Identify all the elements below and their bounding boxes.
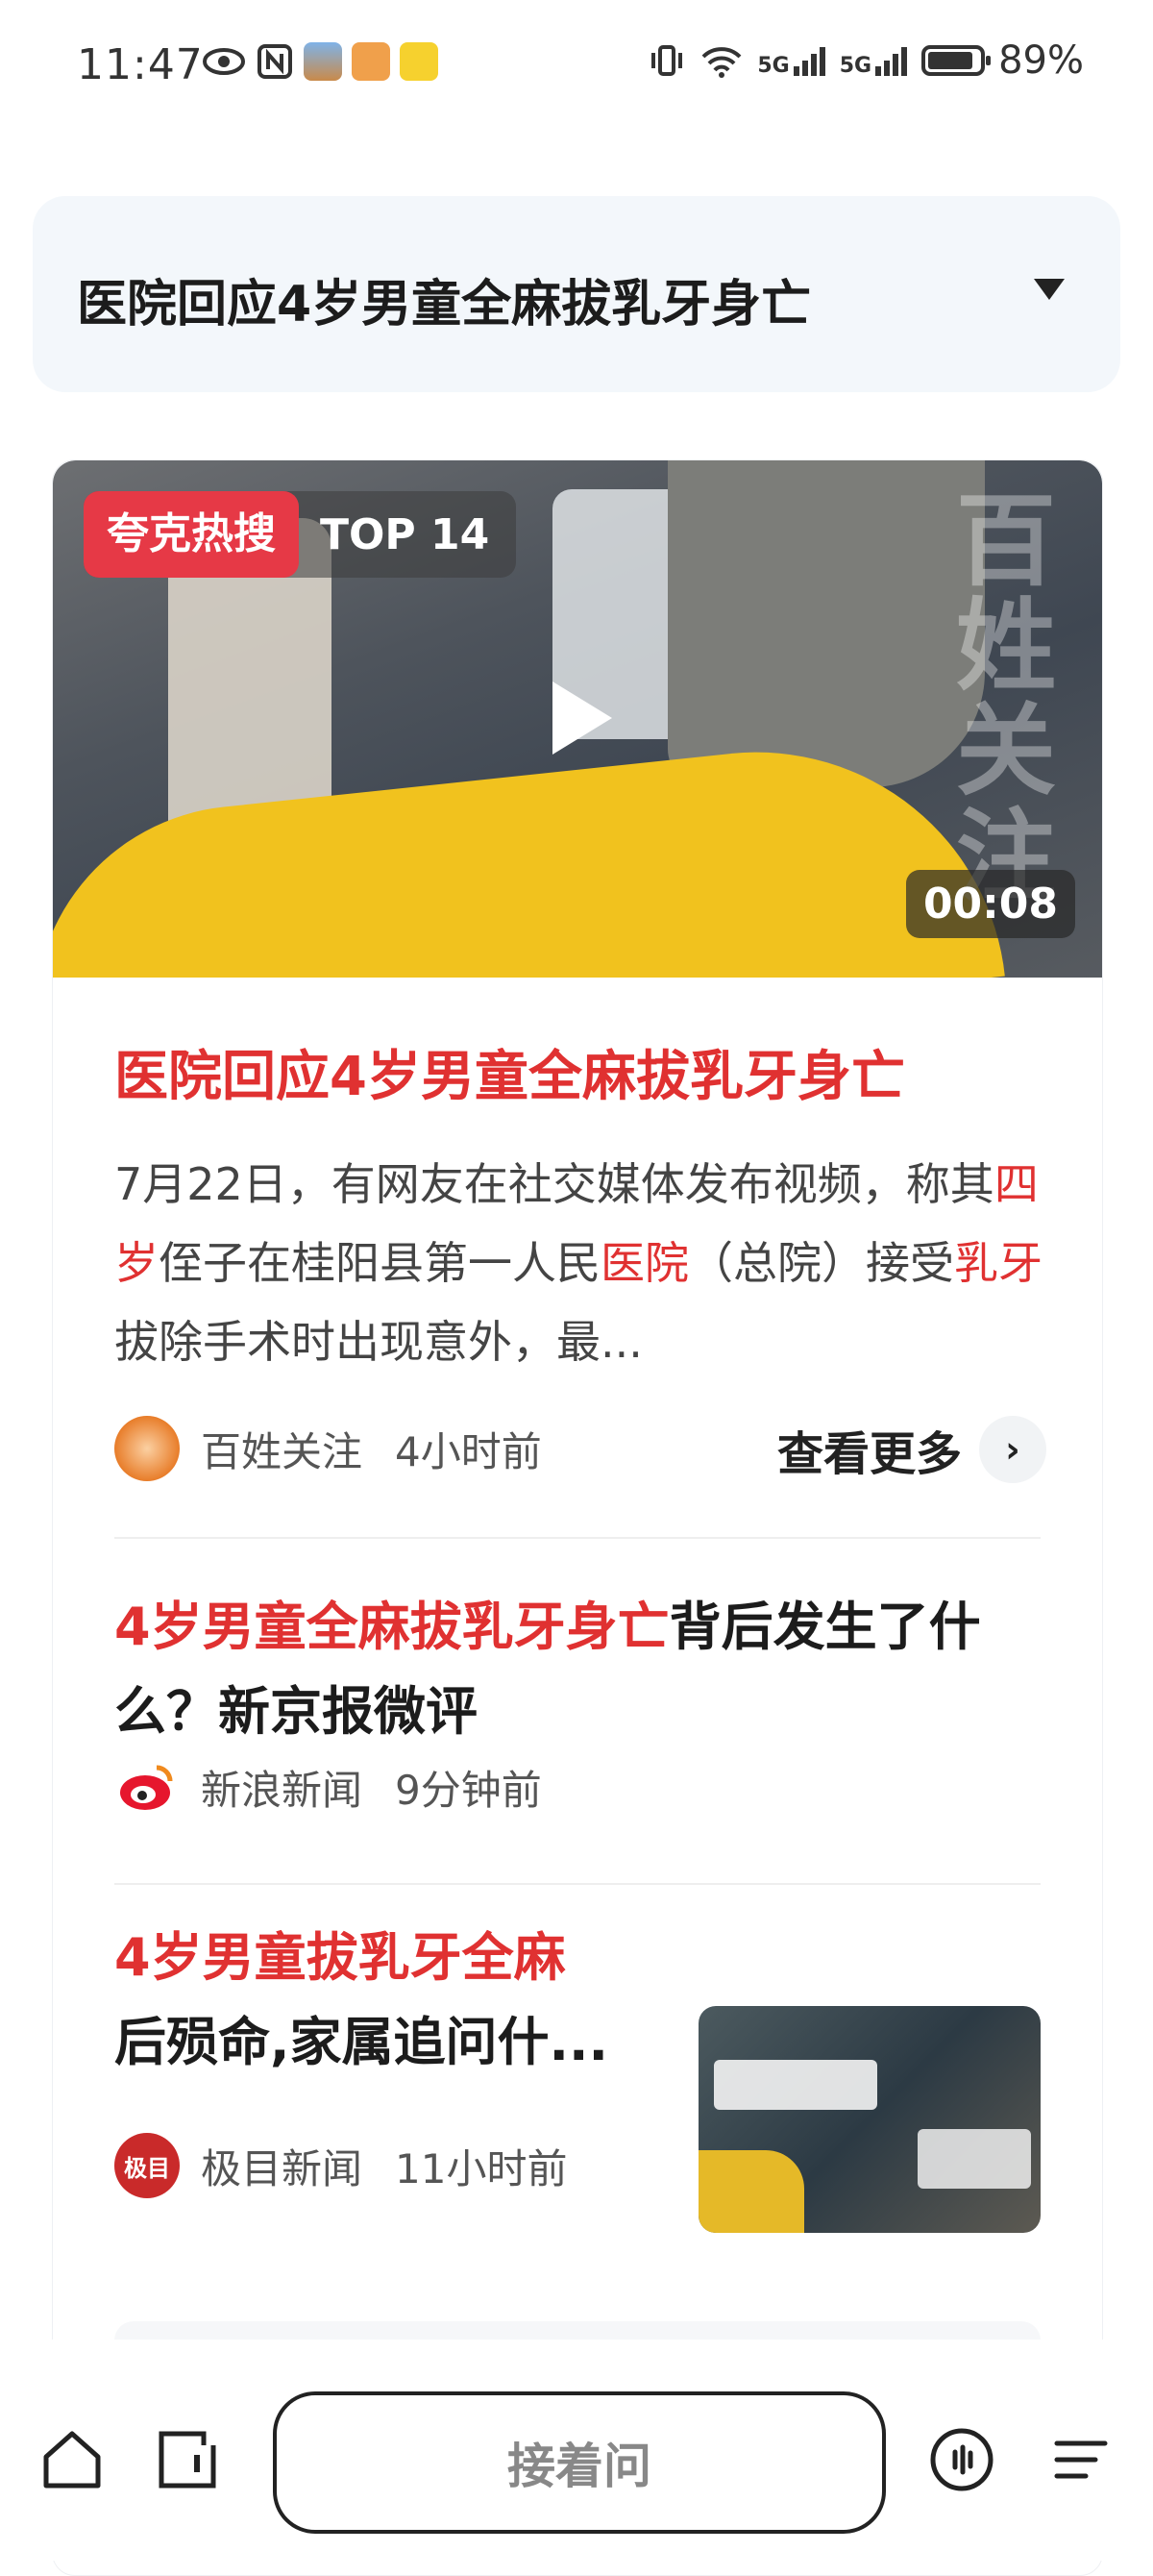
vibrate-icon: [651, 45, 683, 76]
thumbnail-figure: [699, 2150, 804, 2233]
news-item-title[interactable]: 4岁男童全麻拔乳牙身亡背后发生了什么？新京报微评: [114, 1585, 1041, 1754]
news-item-title-highlight: 4岁男童拔乳牙全麻: [114, 1927, 566, 1988]
source-logo-icon: [114, 1416, 180, 1481]
news-thumbnail[interactable]: [699, 2006, 1041, 2233]
tabs-icon[interactable]: [154, 2426, 221, 2493]
app-notification-icon: [304, 42, 342, 81]
video-thumbnail[interactable]: 百姓关注 夸克热搜 TOP 14 00:08: [53, 460, 1102, 978]
sina-weibo-logo-icon: [120, 1765, 173, 1810]
menu-icon[interactable]: [1047, 2426, 1115, 2493]
hot-search-brand: 夸克热搜: [84, 491, 299, 578]
news-time: 9分钟前: [395, 1766, 542, 1814]
voice-icon[interactable]: [928, 2426, 995, 2493]
lead-article-title[interactable]: 医院回应4岁男童全麻拔乳牙身亡: [114, 1033, 905, 1111]
news-time: 11小时前: [395, 2144, 568, 2192]
jimu-logo-icon: 极目: [114, 2133, 180, 2198]
ask-followup-button[interactable]: 接着问: [273, 2391, 886, 2534]
query-bar[interactable]: 医院回应4岁男童全麻拔乳牙身亡: [33, 196, 1120, 392]
lead-article-meta: 百姓关注 4小时前: [114, 1416, 542, 1481]
divider: [114, 1537, 1041, 1539]
news-source-name: 极目新闻: [201, 2144, 363, 2192]
dropdown-caret-icon[interactable]: [1034, 279, 1065, 300]
status-right: 5G 5G 89%: [648, 38, 1084, 83]
summary-text: （总院）接受: [689, 1237, 954, 1289]
battery-percent: 89%: [998, 38, 1084, 83]
status-notification-icons: [202, 42, 438, 81]
news-item-title-highlight: 4岁男童全麻拔乳牙身亡: [114, 1597, 670, 1657]
news-item-title[interactable]: 4岁男童拔乳牙全麻 后殒命,家属追问什...: [114, 1916, 652, 2085]
lead-source-name: 百姓关注: [201, 1427, 363, 1475]
news-source-name: 新浪新闻: [201, 1766, 363, 1814]
summary-text: 拔除手术时出现意外，最...: [114, 1316, 643, 1368]
result-card: 百姓关注 夸克热搜 TOP 14 00:08 医院回应4岁男童全麻拔乳牙身亡 7…: [52, 459, 1103, 2576]
divider: [114, 1883, 1041, 1885]
status-time: 11:47: [77, 40, 204, 89]
home-icon[interactable]: [38, 2426, 106, 2493]
bottom-bar: 接着问: [0, 2340, 1153, 2561]
hot-search-rank: TOP 14: [320, 509, 490, 559]
summary-keyword-highlight: 乳牙: [954, 1237, 1043, 1289]
network-type-label: 5G: [757, 54, 790, 78]
news-item-meta: 新浪新闻 9分钟前: [114, 1754, 542, 1820]
video-duration: 00:08: [905, 870, 1075, 938]
summary-keyword-highlight: 医院: [601, 1237, 689, 1289]
query-text: 医院回应4岁男童全麻拔乳牙身亡: [77, 276, 812, 334]
chevron-right-icon: ›: [979, 1416, 1046, 1483]
status-bar: 11:47 5G 5G 89%: [0, 0, 1153, 144]
thumbnail-blur-patch: [918, 2129, 1031, 2189]
view-more-button[interactable]: 查看更多 ›: [777, 1416, 1046, 1483]
video-watermark: 百姓关注: [955, 483, 1056, 915]
video-bg-person: [668, 460, 985, 787]
network-type-label-2: 5G: [839, 54, 872, 78]
hot-search-badge: 夸克热搜 TOP 14: [84, 491, 517, 578]
signal-5g-icon-2: 5G: [840, 43, 908, 78]
summary-text: 侄子在桂阳县第一人民: [159, 1237, 601, 1289]
ask-followup-label: 接着问: [507, 2439, 651, 2494]
view-more-label: 查看更多: [776, 1427, 962, 1481]
summary-text: 7月22日，有网友在社交媒体发布视频，称其: [114, 1158, 994, 1210]
thumbnail-blur-patch: [714, 2060, 877, 2110]
nfc-icon: [258, 44, 292, 79]
shield-heart-icon: [352, 42, 390, 81]
play-icon[interactable]: [552, 681, 612, 755]
eye-icon: [203, 48, 245, 75]
battery-fill: [928, 52, 973, 69]
news-item-title-rest: 后殒命,家属追问什...: [114, 2012, 609, 2072]
weibo-icon: [400, 42, 438, 81]
signal-5g-icon: 5G: [757, 43, 825, 78]
news-item-meta: 极目 极目新闻 11小时前: [114, 2133, 567, 2198]
battery-icon: [921, 45, 992, 76]
lead-time: 4小时前: [395, 1427, 542, 1475]
lead-article-summary[interactable]: 7月22日，有网友在社交媒体发布视频，称其四岁侄子在桂阳县第一人民医院（总院）接…: [114, 1145, 1066, 1381]
wifi-icon: [701, 47, 742, 78]
